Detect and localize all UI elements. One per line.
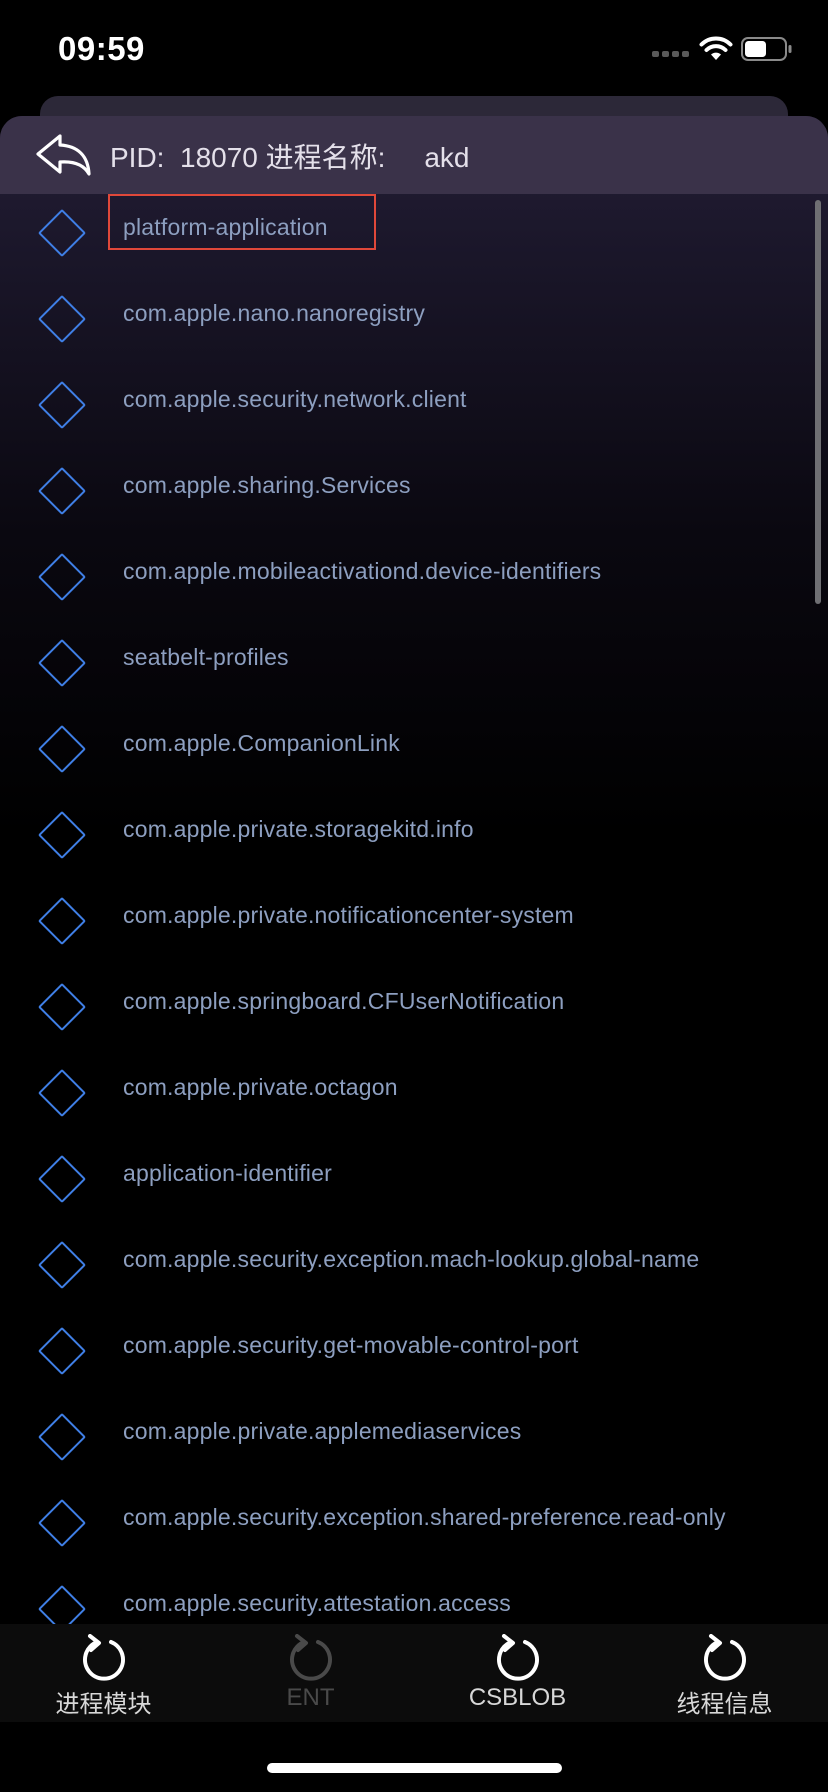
nav-bar: PID: 18070 进程名称: akd xyxy=(0,116,828,194)
refresh-icon xyxy=(289,1634,332,1681)
diamond-icon xyxy=(37,724,87,774)
bottom-tab-bar: 进程模块 ENT CSBLOB 线程信息 xyxy=(0,1624,828,1722)
status-time: 09:59 xyxy=(58,30,145,67)
entitlements-list[interactable]: platform-application com.apple.nano.nanor… xyxy=(0,194,828,1740)
diamond-icon xyxy=(37,1412,87,1462)
entitlement-label: com.apple.nano.nanoregistry xyxy=(123,300,426,326)
entitlements-sheet: PID: 18070 进程名称: akd platform-applicatio… xyxy=(0,116,828,1792)
list-item[interactable]: com.apple.security.exception.mach-lookup… xyxy=(0,1226,828,1312)
cellular-signal-icon xyxy=(652,51,689,57)
refresh-icon xyxy=(703,1634,746,1681)
list-item[interactable]: com.apple.private.octagon xyxy=(0,1054,828,1140)
refresh-icon xyxy=(82,1634,125,1681)
list-item[interactable]: seatbelt-profiles xyxy=(0,624,828,710)
list-item[interactable]: com.apple.nano.nanoregistry xyxy=(0,280,828,366)
entitlement-label: com.apple.security.exception.shared-pref… xyxy=(123,1504,726,1530)
entitlement-label: com.apple.private.applemediaservices xyxy=(123,1418,522,1444)
diamond-icon xyxy=(37,1240,87,1290)
tab-0[interactable]: 进程模块 xyxy=(0,1624,207,1722)
list-item[interactable]: com.apple.CompanionLink xyxy=(0,710,828,796)
list-item[interactable]: com.apple.mobileactivationd.device-ident… xyxy=(0,538,828,624)
back-arrow-icon[interactable] xyxy=(34,132,92,176)
list-item[interactable]: com.apple.springboard.CFUserNotification xyxy=(0,968,828,1054)
list-item[interactable]: com.apple.private.storagekitd.info xyxy=(0,796,828,882)
tab-label: 进程模块 xyxy=(55,1691,152,1718)
refresh-icon xyxy=(496,1634,539,1681)
battery-icon xyxy=(741,37,792,61)
tab-label: CSBLOB xyxy=(468,1684,567,1711)
diamond-icon xyxy=(37,552,87,602)
diamond-icon xyxy=(37,896,87,946)
diamond-icon xyxy=(37,1068,87,1118)
list-item[interactable]: com.apple.security.network.client xyxy=(0,366,828,452)
list-item[interactable]: platform-application xyxy=(0,194,828,280)
entitlement-label: com.apple.private.storagekitd.info xyxy=(123,816,474,842)
list-item[interactable]: com.apple.sharing.Services xyxy=(0,452,828,538)
status-bar: 09:59 xyxy=(0,0,828,100)
diamond-icon xyxy=(37,208,87,258)
diamond-icon xyxy=(37,466,87,516)
tab-2[interactable]: CSBLOB xyxy=(414,1624,621,1722)
diamond-icon xyxy=(37,294,87,344)
entitlement-label: com.apple.security.attestation.access xyxy=(123,1590,511,1616)
diamond-icon xyxy=(37,638,87,688)
home-indicator[interactable] xyxy=(267,1763,562,1773)
tab-label: 线程信息 xyxy=(676,1691,773,1718)
entitlement-label: com.apple.mobileactivationd.device-ident… xyxy=(123,558,602,584)
diamond-icon xyxy=(37,1154,87,1204)
list-item[interactable]: com.apple.private.applemediaservices xyxy=(0,1398,828,1484)
wifi-icon xyxy=(699,36,733,60)
page-title: PID: 18070 进程名称: akd xyxy=(110,142,470,173)
tab-label: ENT xyxy=(286,1684,335,1711)
list-item[interactable]: com.apple.security.get-movable-control-p… xyxy=(0,1312,828,1398)
tab-1[interactable]: ENT xyxy=(207,1624,414,1722)
entitlement-label: com.apple.sharing.Services xyxy=(123,472,411,498)
entitlement-label: platform-application xyxy=(123,214,328,240)
diamond-icon xyxy=(37,810,87,860)
entitlement-label: seatbelt-profiles xyxy=(123,644,289,670)
scrollbar[interactable] xyxy=(815,200,821,604)
diamond-icon xyxy=(37,380,87,430)
diamond-icon xyxy=(37,982,87,1032)
entitlement-label: application-identifier xyxy=(123,1160,332,1186)
entitlement-label: com.apple.security.get-movable-control-p… xyxy=(123,1332,579,1358)
tab-3[interactable]: 线程信息 xyxy=(621,1624,828,1722)
entitlement-label: com.apple.security.network.client xyxy=(123,386,467,412)
entitlement-label: com.apple.CompanionLink xyxy=(123,730,400,756)
entitlement-label: com.apple.security.exception.mach-lookup… xyxy=(123,1246,700,1272)
diamond-icon xyxy=(37,1326,87,1376)
entitlement-label: com.apple.private.notificationcenter-sys… xyxy=(123,902,574,928)
entitlement-label: com.apple.private.octagon xyxy=(123,1074,398,1100)
diamond-icon xyxy=(37,1498,87,1548)
list-item[interactable]: com.apple.security.exception.shared-pref… xyxy=(0,1484,828,1570)
list-item[interactable]: application-identifier xyxy=(0,1140,828,1226)
list-item[interactable]: com.apple.private.notificationcenter-sys… xyxy=(0,882,828,968)
entitlement-label: com.apple.springboard.CFUserNotification xyxy=(123,988,565,1014)
